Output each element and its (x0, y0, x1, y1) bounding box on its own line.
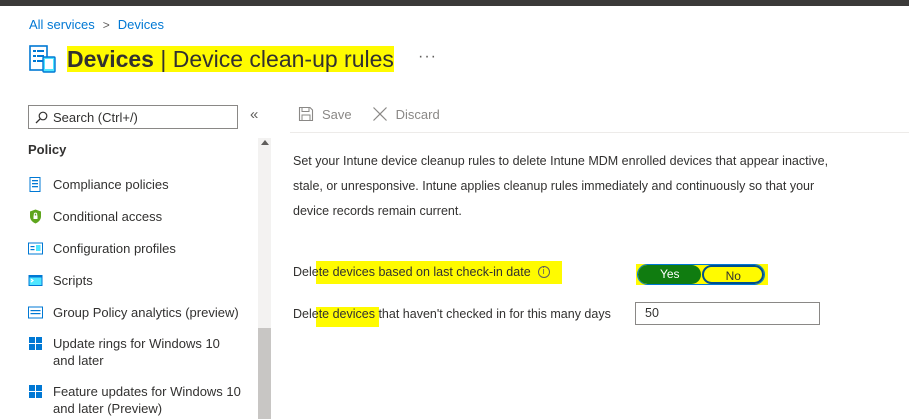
section-title-policy: Policy (28, 142, 67, 157)
description-text: Set your Intune device cleanup rules to … (293, 154, 829, 218)
sidebar-item-label: Conditional access (53, 209, 163, 224)
sidebar-item-label: Compliance policies (53, 177, 169, 192)
days-label: Delete devices that haven't checked in f… (293, 307, 611, 321)
delete-devices-label-text: Delete devices based on last check-in da… (293, 261, 562, 284)
save-button[interactable]: Save (298, 106, 352, 122)
group-policy-icon (28, 305, 43, 320)
delete-devices-text: Delete devices based on last check-in da… (293, 265, 531, 279)
sidebar-item-label: Configuration profiles (53, 241, 176, 256)
sidebar: Search (Ctrl+/) « Policy Compliance poli… (0, 96, 272, 419)
sidebar-item-compliance-policies[interactable]: Compliance policies (28, 176, 243, 193)
page-header: Devices | Device clean-up rules (28, 44, 394, 74)
sidebar-item-label: Feature updates for Windows 10 and later… (53, 384, 241, 416)
sidebar-item-conditional-access[interactable]: Conditional access (28, 208, 243, 225)
page-title-separator: | (153, 45, 173, 72)
devices-icon (28, 44, 58, 74)
sidebar-item-label: Group Policy analytics (preview) (53, 305, 239, 320)
breadcrumb-all-services[interactable]: All services (29, 17, 95, 32)
sidebar-item-feature-updates[interactable]: Feature updates for Windows 10 and later… (28, 383, 243, 417)
sidebar-item-update-rings[interactable]: Update rings for Windows 10 and later (28, 335, 243, 369)
windows-icon (28, 336, 43, 351)
page-title-sub: Device clean-up rules (172, 45, 394, 72)
toolbar-divider (290, 132, 909, 133)
sidebar-item-label: Scripts (53, 273, 93, 288)
days-input[interactable]: 50 (635, 302, 820, 325)
toggle-no-option[interactable]: No (702, 265, 764, 284)
breadcrumb-devices[interactable]: Devices (118, 17, 164, 32)
page-title-main: Devices (67, 45, 154, 72)
configuration-icon (28, 241, 43, 256)
search-placeholder: Search (Ctrl+/) (53, 109, 138, 125)
scrollbar-thumb[interactable] (258, 328, 271, 419)
shield-icon (28, 209, 43, 224)
breadcrumb: All services > Devices (29, 17, 164, 32)
search-icon (35, 111, 48, 123)
compliance-icon (28, 177, 43, 192)
sidebar-item-configuration-profiles[interactable]: Configuration profiles (28, 240, 243, 257)
windows-icon (28, 384, 43, 399)
scroll-up-icon[interactable] (261, 140, 269, 145)
discard-label: Discard (395, 106, 440, 122)
scripts-icon (28, 273, 43, 288)
close-icon (372, 107, 387, 121)
info-icon[interactable]: i (537, 266, 550, 278)
page-title: Devices | Device clean-up rules (67, 45, 394, 73)
delete-devices-toggle[interactable]: Yes No (637, 264, 765, 285)
sidebar-item-label: Update rings for Windows 10 and later (53, 336, 220, 368)
delete-devices-label: Delete devices based on last check-in da… (293, 261, 562, 284)
search-input[interactable]: Search (Ctrl+/) (28, 105, 238, 129)
toggle-yes-option[interactable]: Yes (638, 265, 702, 284)
save-icon (298, 106, 314, 122)
collapse-sidebar-icon[interactable]: « (250, 106, 258, 123)
more-options-icon[interactable]: ··· (418, 48, 437, 66)
discard-button[interactable]: Discard (372, 106, 440, 122)
top-bar (0, 0, 909, 6)
breadcrumb-separator: > (102, 17, 110, 32)
command-bar: Save Discard (298, 106, 460, 122)
save-label: Save (322, 106, 352, 122)
sidebar-item-group-policy-analytics[interactable]: Group Policy analytics (preview) (28, 304, 243, 321)
sidebar-item-scripts[interactable]: Scripts (28, 272, 243, 289)
